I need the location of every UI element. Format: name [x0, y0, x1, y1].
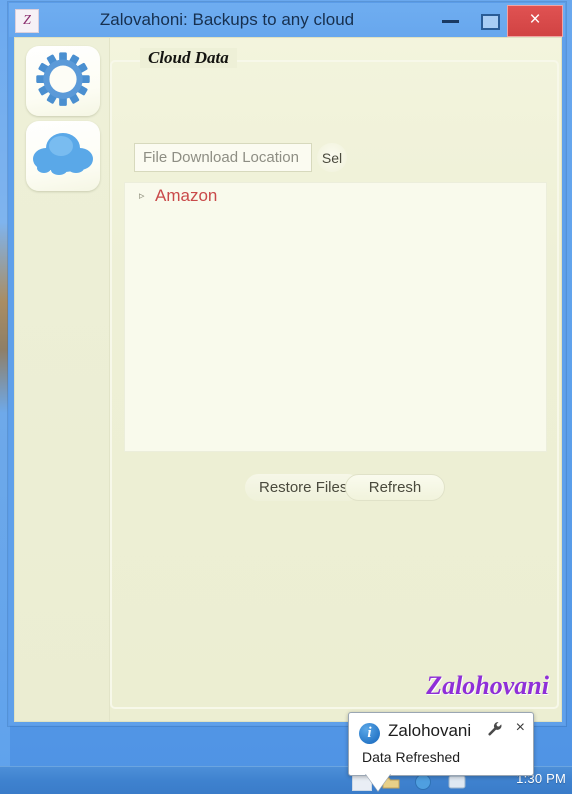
groupbox-title: Cloud Data	[140, 48, 237, 68]
sidebar	[15, 38, 110, 721]
title-bar: Z Zalovahoni: Backups to any cloud ×	[9, 3, 565, 37]
notification-balloon: i Zalohovani × Data Refreshed	[348, 712, 534, 791]
tree-item-label: Amazon	[155, 186, 218, 205]
cloud-provider-tree[interactable]: ▹ Amazon	[124, 182, 547, 452]
sidebar-item-cloud[interactable]	[26, 121, 100, 191]
tree-item-amazon[interactable]: ▹ Amazon	[125, 183, 546, 209]
file-download-location-input[interactable]	[134, 143, 312, 172]
minimize-icon	[442, 20, 459, 23]
maximize-icon	[481, 14, 500, 30]
desktop: Z Zalovahoni: Backups to any cloud × Clo…	[0, 0, 572, 794]
cloud-data-groupbox: Cloud Data Sel ▹ Amazon Restore Files Re…	[110, 48, 559, 709]
restore-files-button[interactable]: Restore Files	[245, 474, 362, 501]
client-area: Cloud Data Sel ▹ Amazon Restore Files Re…	[14, 37, 562, 722]
wrench-icon[interactable]	[487, 721, 503, 737]
close-button[interactable]: ×	[507, 5, 563, 37]
chevron-right-icon[interactable]: ▹	[139, 190, 155, 202]
balloon-tail	[365, 773, 391, 791]
notification-body: Data Refreshed	[362, 749, 461, 765]
gear-icon	[26, 51, 100, 111]
refresh-button[interactable]: Refresh	[345, 474, 445, 501]
notification-title: Zalohovani	[388, 721, 472, 740]
application-window: Z Zalovahoni: Backups to any cloud × Clo…	[8, 2, 566, 726]
close-icon[interactable]: ×	[516, 720, 525, 736]
minimize-button[interactable]	[431, 3, 471, 37]
select-folder-button[interactable]: Sel	[317, 143, 347, 172]
close-icon: ×	[529, 9, 541, 30]
brand-watermark: Zalohovani	[426, 671, 549, 700]
maximize-button[interactable]	[469, 3, 509, 37]
info-icon: i	[359, 723, 380, 744]
cloud-icon	[26, 126, 100, 184]
sidebar-item-settings[interactable]	[26, 46, 100, 116]
